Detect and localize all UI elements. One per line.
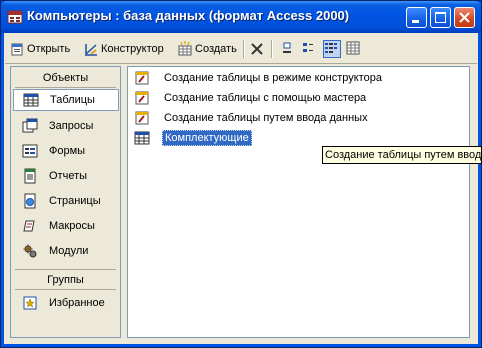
list-item-label: Комплектующие bbox=[162, 130, 252, 146]
details-view-icon bbox=[346, 41, 360, 55]
object-label: Макросы bbox=[49, 220, 95, 232]
maximize-button[interactable] bbox=[430, 7, 451, 28]
list-item-label: Создание таблицы в режиме конструктора bbox=[164, 72, 382, 84]
table-icon bbox=[134, 131, 150, 145]
open-label: Открыть bbox=[27, 43, 71, 55]
small-icons-icon bbox=[303, 43, 313, 52]
module-icon bbox=[23, 244, 37, 258]
group-label: Избранное bbox=[49, 297, 105, 309]
details-view-button[interactable] bbox=[345, 40, 363, 58]
create-icon bbox=[178, 41, 192, 56]
object-tables[interactable]: Таблицы bbox=[13, 89, 119, 111]
object-queries[interactable]: Запросы bbox=[13, 115, 119, 137]
object-pages[interactable]: Страницы bbox=[13, 190, 119, 212]
object-label: Формы bbox=[49, 145, 86, 157]
close-icon bbox=[459, 12, 470, 23]
database-window: Компьютеры : база данных (формат Access … bbox=[0, 0, 482, 348]
minimize-icon bbox=[412, 20, 419, 23]
macro-icon bbox=[23, 220, 35, 232]
delete-icon bbox=[251, 43, 263, 55]
object-list: Создание таблицы в режиме конструктора С… bbox=[127, 66, 470, 338]
object-forms[interactable]: Формы bbox=[13, 140, 119, 162]
objects-header[interactable]: Объекты bbox=[11, 69, 120, 87]
favorites-icon bbox=[23, 296, 37, 310]
minimize-button[interactable] bbox=[406, 7, 427, 28]
form-icon bbox=[22, 144, 38, 158]
list-view-icon bbox=[325, 43, 337, 53]
create-shortcut-icon bbox=[135, 71, 149, 85]
objects-pane: Объекты Таблицы Запросы Формы Отчеты Стр… bbox=[10, 66, 121, 338]
toolbar: Открыть Конструктор Создать bbox=[5, 35, 477, 64]
maximize-icon bbox=[435, 12, 446, 23]
object-modules[interactable]: Модули bbox=[13, 240, 119, 262]
large-icons-view-button[interactable] bbox=[279, 40, 297, 58]
group-favorites[interactable]: Избранное bbox=[13, 292, 119, 314]
create-shortcut-icon bbox=[135, 111, 149, 125]
large-icons-icon bbox=[283, 42, 291, 53]
list-item-label: Создание таблицы путем ввода данных bbox=[164, 112, 368, 124]
window-title: Компьютеры : база данных (формат Access … bbox=[27, 8, 350, 23]
divider bbox=[15, 269, 116, 270]
create-button[interactable]: Создать bbox=[177, 39, 237, 59]
groups-header[interactable]: Группы bbox=[11, 271, 120, 289]
page-icon bbox=[24, 193, 36, 209]
close-button[interactable] bbox=[454, 7, 475, 28]
database-icon bbox=[7, 10, 23, 24]
object-reports[interactable]: Отчеты bbox=[13, 165, 119, 187]
title-bar[interactable]: Компьютеры : база данных (формат Access … bbox=[1, 1, 481, 33]
object-macros[interactable]: Макросы bbox=[13, 215, 119, 237]
toolbar-separator bbox=[243, 40, 245, 58]
list-item-selected[interactable]: Комплектующие bbox=[134, 129, 252, 147]
list-item-label: Создание таблицы с помощью мастера bbox=[164, 92, 367, 104]
design-label: Конструктор bbox=[101, 43, 164, 55]
query-icon bbox=[22, 118, 38, 133]
report-icon bbox=[24, 168, 36, 184]
design-button[interactable]: Конструктор bbox=[83, 39, 164, 59]
table-icon bbox=[23, 93, 39, 107]
small-icons-view-button[interactable] bbox=[301, 40, 319, 58]
create-shortcut-icon bbox=[135, 91, 149, 105]
object-label: Отчеты bbox=[49, 170, 88, 182]
list-item[interactable]: Создание таблицы с помощью мастера bbox=[134, 89, 368, 107]
list-view-button[interactable] bbox=[323, 40, 341, 58]
delete-button[interactable] bbox=[249, 39, 267, 59]
toolbar-separator bbox=[271, 40, 273, 58]
object-label: Страницы bbox=[49, 195, 101, 207]
create-label: Создать bbox=[195, 43, 237, 55]
list-item[interactable]: Создание таблицы путем ввода данных bbox=[134, 109, 370, 127]
object-label: Запросы bbox=[49, 120, 94, 132]
object-label: Модули bbox=[49, 245, 89, 257]
design-icon bbox=[85, 44, 97, 56]
open-icon bbox=[11, 43, 23, 56]
list-item[interactable]: Создание таблицы в режиме конструктора bbox=[134, 69, 384, 87]
divider bbox=[15, 87, 116, 88]
open-button[interactable]: Открыть bbox=[9, 39, 70, 59]
object-label: Таблицы bbox=[50, 94, 95, 106]
divider bbox=[15, 289, 116, 290]
tooltip: Создание таблицы путем ввода данных bbox=[322, 146, 482, 164]
